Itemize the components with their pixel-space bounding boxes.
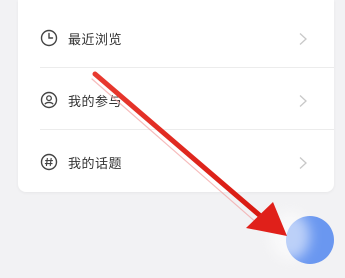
- chevron-right-icon: [298, 31, 308, 45]
- hashtag-icon: [40, 153, 58, 171]
- divider: [40, 67, 334, 68]
- menu-card: 最近浏览 我的参与 我的话题: [18, 0, 334, 192]
- menu-item-label: 最近浏览: [68, 32, 123, 48]
- menu-item-label: 我的参与: [68, 94, 123, 110]
- divider: [40, 129, 334, 130]
- chevron-right-icon: [298, 93, 308, 107]
- menu-item-my-participation[interactable]: 我的参与: [18, 70, 334, 130]
- chevron-right-icon: [298, 155, 308, 169]
- menu-item-label: 我的话题: [68, 156, 123, 172]
- menu-item-recent-views[interactable]: 最近浏览: [18, 8, 334, 68]
- participation-icon: [40, 91, 58, 109]
- fab-highlight: [270, 212, 310, 260]
- menu-item-my-topics[interactable]: 我的话题: [18, 132, 334, 192]
- clock-icon: [40, 29, 58, 47]
